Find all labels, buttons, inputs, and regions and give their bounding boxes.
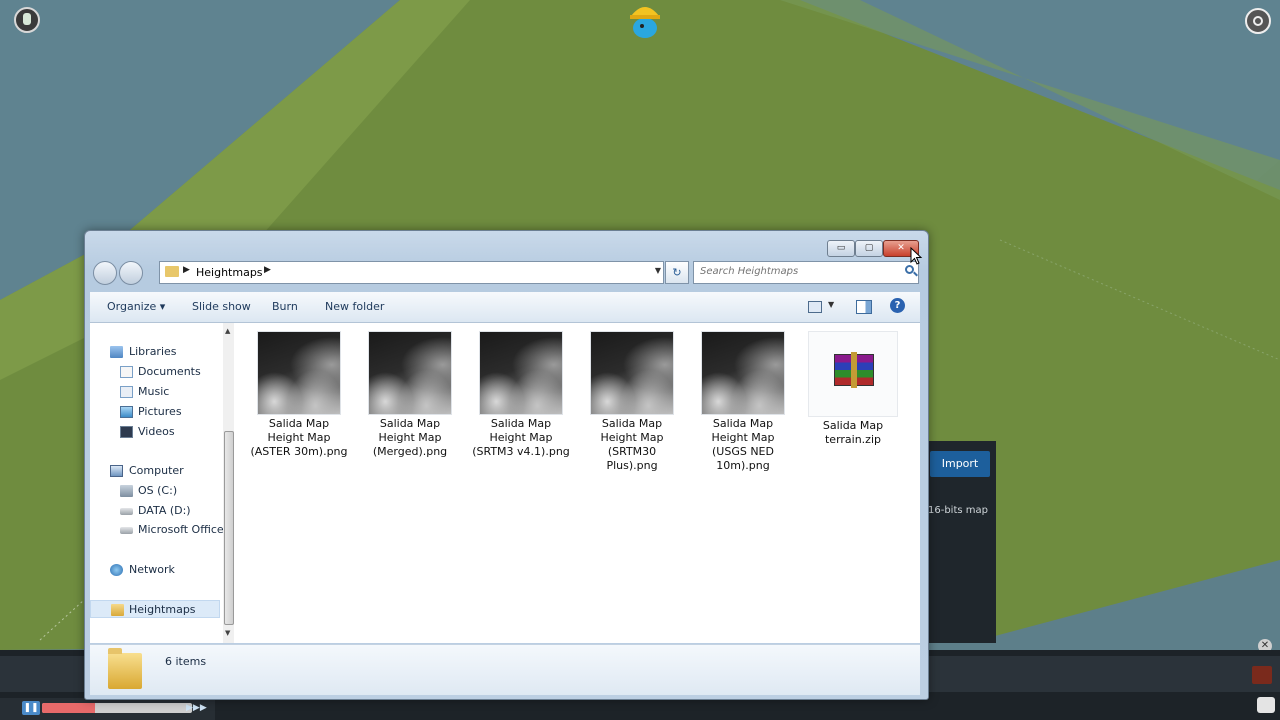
file-item[interactable]: Salida Map Height Map (USGS NED 10m).png xyxy=(693,331,793,473)
breadcrumb-arrow-icon[interactable]: ▶ xyxy=(183,265,190,275)
heightmap-thumbnail xyxy=(368,331,452,415)
nav-label: Music xyxy=(138,385,170,398)
new-folder-button[interactable]: New folder xyxy=(325,300,384,313)
heightmap-thumbnail xyxy=(257,331,341,415)
bulldozer-icon[interactable] xyxy=(1252,666,1272,684)
view-dropdown-icon[interactable]: ▼ xyxy=(828,300,834,309)
scroll-down-icon[interactable]: ▼ xyxy=(225,629,230,637)
scroll-up-icon[interactable]: ▲ xyxy=(225,327,230,335)
nav-label: Microsoft Office xyxy=(138,523,224,536)
speed-buttons[interactable]: ▶▶▶ xyxy=(186,701,208,715)
archive-strap-icon xyxy=(851,352,857,388)
nav-label: Pictures xyxy=(138,405,182,418)
computer-icon xyxy=(110,465,123,477)
chirper-bird-icon[interactable] xyxy=(624,0,666,42)
details-pane: 6 items xyxy=(90,644,920,695)
command-toolbar: Organize ▾ Slide show Burn New folder ▼ … xyxy=(90,292,920,323)
nav-label: Libraries xyxy=(129,345,177,358)
file-name: Salida Map Height Map (USGS NED 10m).png xyxy=(711,417,775,472)
pause-button[interactable]: ❚❚ xyxy=(22,701,40,715)
address-bar[interactable]: ▶ Heightmaps ▶ ▼ xyxy=(159,261,664,284)
minimize-button[interactable]: ▭ xyxy=(827,240,855,257)
network-icon xyxy=(110,564,123,576)
preview-pane-icon[interactable] xyxy=(856,300,872,314)
simulation-progress-fill xyxy=(42,703,95,713)
videos-icon xyxy=(120,426,133,438)
heightmap-thumbnail xyxy=(701,331,785,415)
nav-label: Computer xyxy=(129,464,184,477)
file-explorer-window: ▭ ▢ ✕ ▶ Heightmaps ▶ ▼ ↻ Organize ▾ Slid… xyxy=(84,230,929,700)
address-dropdown-icon[interactable]: ▼ xyxy=(655,266,661,275)
drive-icon xyxy=(120,527,133,534)
file-item[interactable]: Salida Map Height Map (SRTM3 v4.1).png xyxy=(471,331,571,459)
file-list: Salida Map Height Map (ASTER 30m).png Sa… xyxy=(234,323,920,643)
slide-show-button[interactable]: Slide show xyxy=(192,300,251,313)
item-count: 6 items xyxy=(165,655,207,668)
help-icon[interactable]: ? xyxy=(890,298,905,313)
search-box[interactable] xyxy=(693,261,919,284)
change-view-icon[interactable] xyxy=(808,301,822,313)
file-name: Salida Map Height Map (SRTM3 v4.1).png xyxy=(472,417,570,458)
navigation-pane: Libraries Documents Music Pictures Video… xyxy=(90,323,235,643)
heightmap-thumbnail xyxy=(590,331,674,415)
file-item[interactable]: Salida Map terrain.zip xyxy=(803,331,903,447)
file-item[interactable]: Salida Map Height Map (ASTER 30m).png xyxy=(249,331,349,459)
main-menu-button[interactable] xyxy=(14,7,40,33)
heightmap-thumbnail xyxy=(479,331,563,415)
music-icon xyxy=(120,386,133,398)
winrar-archive-icon xyxy=(808,331,898,417)
search-input[interactable] xyxy=(700,266,895,277)
breadcrumb-heightmaps[interactable]: Heightmaps xyxy=(196,266,263,279)
nav-item-heightmaps[interactable]: Heightmaps xyxy=(90,600,220,618)
organize-menu[interactable]: Organize ▾ xyxy=(107,300,165,313)
file-item[interactable]: Salida Map Height Map (SRTM30 Plus).png xyxy=(582,331,682,473)
folder-icon xyxy=(111,604,124,616)
forward-button[interactable] xyxy=(119,261,143,285)
nav-label: Videos xyxy=(138,425,175,438)
documents-icon xyxy=(120,366,133,378)
refresh-icon[interactable]: ↻ xyxy=(665,261,689,284)
chat-icon[interactable] xyxy=(1257,697,1275,713)
scrollbar-thumb[interactable] xyxy=(224,431,234,625)
simulation-progress-bar xyxy=(42,703,192,713)
bit-depth-label: 16-bits map xyxy=(928,505,988,516)
nav-label: Documents xyxy=(138,365,201,378)
nav-label: Heightmaps xyxy=(129,603,196,616)
breadcrumb-arrow-icon[interactable]: ▶ xyxy=(264,265,271,275)
file-name: Salida Map Height Map (SRTM30 Plus).png xyxy=(600,417,664,472)
back-button[interactable] xyxy=(93,261,117,285)
burn-button[interactable]: Burn xyxy=(272,300,298,313)
file-name: Salida Map Height Map (Merged).png xyxy=(372,417,448,458)
import-button[interactable]: Import xyxy=(930,451,990,477)
folder-icon xyxy=(108,648,142,689)
folder-icon xyxy=(165,266,179,277)
drive-icon xyxy=(120,485,133,497)
settings-gear-icon[interactable] xyxy=(1245,8,1271,34)
libraries-icon xyxy=(110,346,123,358)
file-name: Salida Map Height Map (ASTER 30m).png xyxy=(250,417,348,458)
drive-icon xyxy=(120,508,133,515)
mouse-cursor-icon xyxy=(910,247,923,265)
pictures-icon xyxy=(120,406,133,418)
maximize-button[interactable]: ▢ xyxy=(855,240,883,257)
nav-label: Network xyxy=(129,563,175,576)
file-name: Salida Map terrain.zip xyxy=(822,419,884,446)
nav-label: OS (C:) xyxy=(138,484,178,497)
nav-label: DATA (D:) xyxy=(138,504,191,517)
file-item[interactable]: Salida Map Height Map (Merged).png xyxy=(360,331,460,459)
